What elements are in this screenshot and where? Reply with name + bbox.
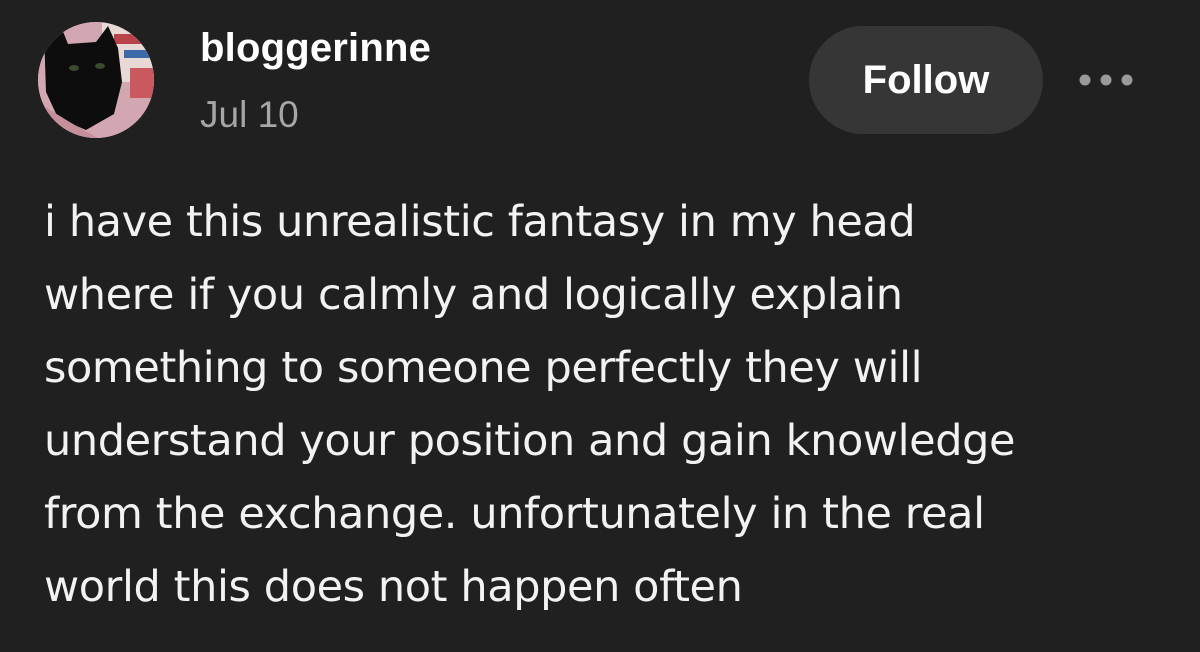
post-card: bloggerinne Jul 10 Follow i have this un… bbox=[0, 0, 1200, 652]
author-username[interactable]: bloggerinne bbox=[200, 28, 431, 68]
post-date[interactable]: Jul 10 bbox=[200, 96, 299, 133]
post-body-line: world this does not happen often bbox=[44, 562, 743, 612]
more-horizontal-icon bbox=[1079, 74, 1133, 86]
post-body-line: where if you calmly and logically explai… bbox=[44, 270, 903, 320]
post-body: i have this unrealistic fantasy in my he… bbox=[44, 186, 1164, 624]
more-options-button[interactable] bbox=[1066, 60, 1146, 100]
post-body-line: from the exchange. unfortunately in the … bbox=[44, 489, 985, 539]
post-body-line: something to someone perfectly they will bbox=[44, 343, 923, 393]
cat-avatar-icon bbox=[38, 22, 154, 138]
author-avatar[interactable] bbox=[38, 22, 154, 138]
follow-button[interactable]: Follow bbox=[809, 26, 1043, 134]
post-body-line: understand your position and gain knowle… bbox=[44, 416, 1016, 466]
post-body-line: i have this unrealistic fantasy in my he… bbox=[44, 197, 916, 247]
